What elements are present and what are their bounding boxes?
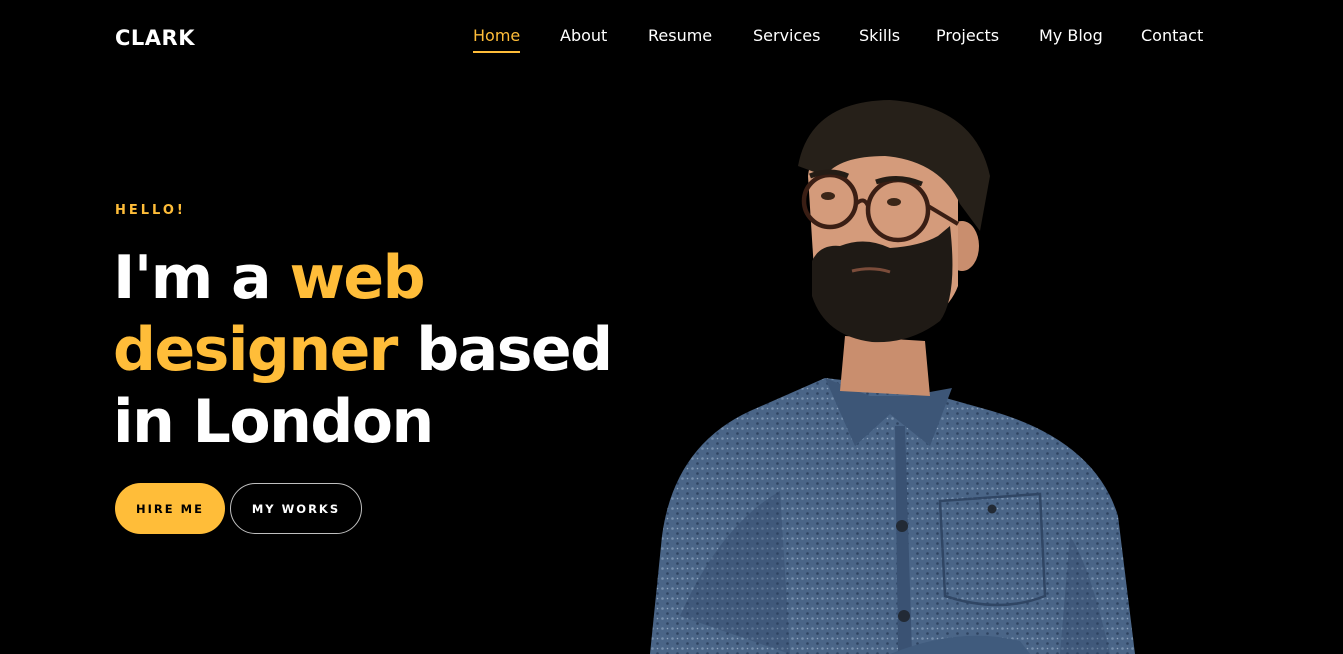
nav-projects[interactable]: Projects [936, 25, 999, 47]
nav-my-blog[interactable]: My Blog [1039, 25, 1103, 47]
hero-portrait-image [650, 100, 1135, 654]
headline-part-1: I'm a [113, 243, 290, 313]
nav-about[interactable]: About [560, 25, 607, 47]
man-head [798, 100, 990, 396]
man-body [650, 378, 1135, 654]
nav-home[interactable]: Home [473, 25, 521, 53]
nav-services[interactable]: Services [753, 25, 820, 47]
hero-headline: I'm a web designer based in London [113, 242, 633, 458]
nav-skills[interactable]: Skills [859, 25, 900, 47]
hero-greeting: HELLO! [115, 203, 186, 218]
nav-resume[interactable]: Resume [648, 25, 712, 47]
main-nav: Home About Resume Services Skills Projec… [0, 25, 1343, 55]
nav-contact[interactable]: Contact [1141, 25, 1203, 47]
my-works-button[interactable]: MY WORKS [230, 483, 362, 534]
hire-me-button[interactable]: HIRE ME [115, 483, 225, 534]
